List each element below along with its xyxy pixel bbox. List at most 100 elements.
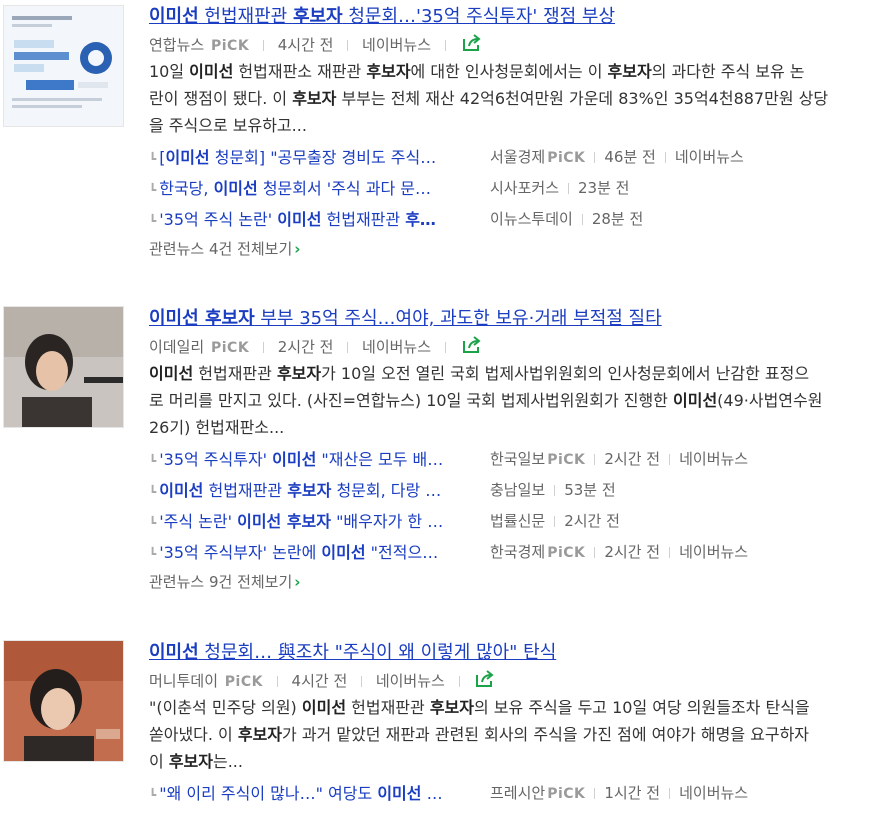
news-source[interactable]: 법률신문 xyxy=(490,512,545,530)
related-news-title-link[interactable]: 한국당, 이미선 청문회서 '주식 과다 문… xyxy=(159,173,472,204)
thumbnail-image[interactable] xyxy=(3,5,124,127)
related-news-row: ┗ '35억 주식투자' 이미선 "재산은 모두 배… 한국일보 PiCK 2시간 전 네… xyxy=(149,444,872,475)
text-segment: (49·사법연수원 xyxy=(717,391,823,410)
news-time: 4시간 전 xyxy=(277,36,334,54)
text-segment: "왜 이리 주식이 많나…" 여당도 xyxy=(159,784,378,803)
text-segment: 헌법재판관 xyxy=(346,698,430,717)
description-line: "(이춘석 민주당 의원) 이미선 헌법재판관 후보자의 보유 주식을 두고 1… xyxy=(149,694,872,721)
news-description: "(이춘석 민주당 의원) 이미선 헌법재판관 후보자의 보유 주식을 두고 1… xyxy=(149,694,872,775)
related-news-title-link[interactable]: "왜 이리 주식이 많나…" 여당도 이미선 … xyxy=(159,778,472,809)
sub-arrow-icon: ┗ xyxy=(149,152,157,166)
text-segment: 청문회] "공무출장 경비도 주식… xyxy=(209,148,437,167)
news-source[interactable]: 이뉴스투데이 xyxy=(490,210,573,228)
divider xyxy=(458,676,460,687)
text-segment: 헌법재판관 xyxy=(321,210,406,229)
news-time: 53분 전 xyxy=(564,481,616,499)
portal-link[interactable]: 네이버뉴스 xyxy=(362,36,431,54)
news-source[interactable]: 충남일보 xyxy=(490,481,545,499)
portal-link[interactable]: 네이버뉴스 xyxy=(679,784,748,802)
text-segment: "재산은 모두 배… xyxy=(316,450,444,469)
news-source[interactable]: 이데일리 xyxy=(149,338,204,356)
text-segment: 이 xyxy=(149,752,169,771)
related-news-meta: 시사포커스 23분 전 xyxy=(490,173,629,204)
share-icon[interactable] xyxy=(462,34,482,57)
infographic-thumbnail xyxy=(4,6,123,126)
related-news-meta: 충남일보 53분 전 xyxy=(490,475,616,506)
news-meta: 연합뉴스 PiCK 4시간 전 네이버뉴스 xyxy=(149,34,872,54)
text-segment: … xyxy=(421,784,443,803)
related-news-title-link[interactable]: 이미선 헌법재판관 후보자 청문회, 다랑 … xyxy=(159,475,472,506)
related-news-title-link[interactable]: [이미선 청문회] "공무출장 경비도 주식… xyxy=(159,142,472,173)
related-news-meta: 프레시안 PiCK 1시간 전 네이버뉴스 xyxy=(490,778,748,810)
highlight-keyword: 이미선 xyxy=(159,481,204,500)
related-news-title-link[interactable]: '주식 논란' 이미선 후보자 "배우자가 한 … xyxy=(159,506,472,537)
portal-link[interactable]: 네이버뉴스 xyxy=(376,672,445,690)
news-body: 이미선 후보자 부부 35억 주식…여야, 과도한 보유·거래 부적절 질타 이… xyxy=(149,308,872,593)
related-news-more-link[interactable]: 관련뉴스 4건 전체보기 › xyxy=(149,238,872,260)
related-news-more-link[interactable]: 관련뉴스 9건 전체보기 › xyxy=(149,571,872,593)
highlight-keyword: 이미선 xyxy=(165,148,210,167)
news-source[interactable]: 머니투데이 xyxy=(149,672,218,690)
description-line: 이미선 헌법재판관 후보자가 10일 오전 열린 국회 법제사법위원회의 인사청… xyxy=(149,360,872,387)
news-title-link[interactable]: 이미선 헌법재판관 후보자 청문회…'35억 주식투자' 쟁점 부상 xyxy=(149,6,872,28)
news-title-link[interactable]: 이미선 후보자 부부 35억 주식…여야, 과도한 보유·거래 부적절 질타 xyxy=(149,308,872,330)
portal-link[interactable]: 네이버뉴스 xyxy=(675,148,744,166)
news-title-link[interactable]: 이미선 청문회… 與조차 "주식이 왜 이렇게 많아" 탄식 xyxy=(149,642,872,664)
text-segment: "(이춘석 민주당 의원) xyxy=(149,698,302,717)
highlight-keyword: 이미선 xyxy=(377,784,422,803)
related-news-title-link[interactable]: '35억 주식투자' 이미선 "재산은 모두 배… xyxy=(159,444,472,475)
divider xyxy=(594,454,596,465)
highlight-keyword: 이미선 xyxy=(149,364,194,383)
news-source[interactable]: 시사포커스 xyxy=(490,179,559,197)
related-news-list: ┗ '35억 주식투자' 이미선 "재산은 모두 배… 한국일보 PiCK 2시간 전네… xyxy=(149,444,872,568)
news-source[interactable]: 연합뉴스 xyxy=(149,36,204,54)
news-description: 이미선 헌법재판관 후보자가 10일 오전 열린 국회 법제사법위원회의 인사청… xyxy=(149,360,872,441)
news-time: 4시간 전 xyxy=(291,672,348,690)
divider xyxy=(664,152,666,163)
more-label[interactable]: 관련뉴스 9건 전체보기 xyxy=(149,573,292,591)
text-segment: 로 머리를 만지고 있다. (사진=연합뉴스) 10일 국회 법제사법위원회가 … xyxy=(149,391,673,410)
portrait-thumbnail xyxy=(4,307,123,427)
text-segment: 헌법재판관 xyxy=(193,364,277,383)
thumbnail-image[interactable] xyxy=(3,306,124,428)
news-meta: 머니투데이 PiCK 4시간 전 네이버뉴스 xyxy=(149,670,872,690)
text-segment: '35억 주식부자' 논란에 xyxy=(159,543,322,562)
text-segment: 의 과다한 주식 보유 논 xyxy=(651,62,805,81)
text-segment: 는... xyxy=(212,752,243,771)
portal-link[interactable]: 네이버뉴스 xyxy=(679,450,748,468)
text-segment: 헌법재판관 xyxy=(203,481,288,500)
related-news-row: ┗ 한국당, 이미선 청문회서 '주식 과다 문… 시사포커스 23분 전 xyxy=(149,173,872,204)
divider xyxy=(262,342,264,353)
text-segment: 에 대한 인사청문회에서는 이 xyxy=(410,62,608,81)
description-line: 26기) 헌법재판소... xyxy=(149,414,872,441)
related-news-row: ┗ '35억 주식부자' 논란에 이미선 "전적으… 한국경제 PiCK 2시간 전 네이… xyxy=(149,537,872,568)
highlight-keyword: 이미선 xyxy=(321,543,366,562)
news-source[interactable]: 한국일보 xyxy=(490,450,545,468)
share-icon[interactable] xyxy=(462,336,482,359)
related-news-title-link[interactable]: '35억 주식부자' 논란에 이미선 "전적으… xyxy=(159,537,472,568)
thumbnail-image[interactable] xyxy=(3,640,124,762)
related-news-row: ┗ '35억 주식 논란' 이미선 헌법재판관 후… 이뉴스투데이 28분 전 xyxy=(149,204,872,235)
portal-link[interactable]: 네이버뉴스 xyxy=(679,543,748,561)
news-source[interactable]: 한국경제 xyxy=(490,543,545,561)
share-icon[interactable] xyxy=(475,670,495,693)
chevron-right-icon: › xyxy=(294,573,301,591)
text-segment: 청문회… 與조차 "주식이 왜 이렇게 많아" 탄식 xyxy=(198,642,557,663)
text-segment: "배우자가 한 … xyxy=(330,512,444,531)
related-news-title-link[interactable]: '35억 주식 논란' 이미선 헌법재판관 후… xyxy=(159,204,472,235)
text-segment: 란이 쟁점이 됐다. 이 xyxy=(149,89,293,108)
portal-link[interactable]: 네이버뉴스 xyxy=(362,338,431,356)
related-news-list: ┗ "왜 이리 주식이 많나…" 여당도 이미선 … 프레시안 PiCK 1시간 전 네이… xyxy=(149,778,872,809)
divider xyxy=(262,40,264,51)
divider xyxy=(581,214,583,225)
news-time: 2시간 전 xyxy=(604,450,661,468)
highlight-keyword: 이미선 xyxy=(189,62,234,81)
news-source[interactable]: 프레시안 xyxy=(490,784,545,802)
more-label[interactable]: 관련뉴스 4건 전체보기 xyxy=(149,240,292,258)
highlight-keyword: 이미선 xyxy=(149,6,199,27)
news-source[interactable]: 서울경제 xyxy=(490,148,545,166)
highlight-keyword: 후보자 xyxy=(287,481,332,500)
chevron-right-icon: › xyxy=(294,240,301,258)
news-time: 2시간 전 xyxy=(564,512,620,530)
sub-arrow-icon: ┗ xyxy=(149,454,157,468)
